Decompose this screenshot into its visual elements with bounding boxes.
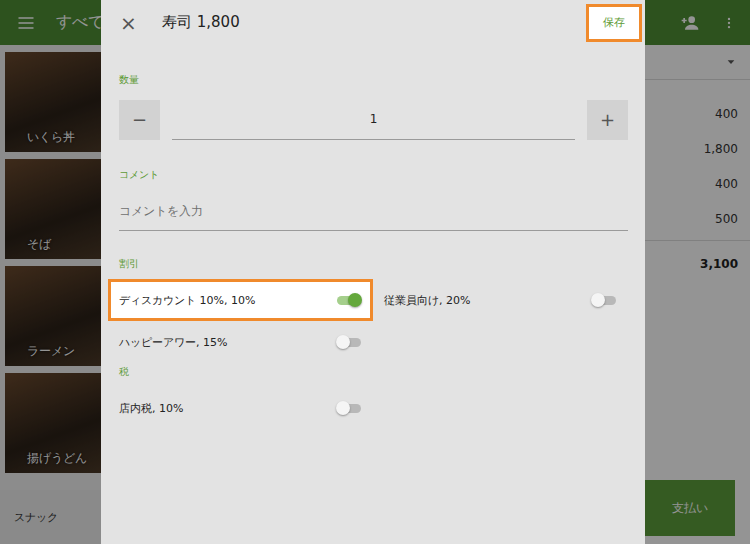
option-row: 店内税, 10% [108, 387, 373, 429]
option-row: ハッピーアワー, 15% [108, 321, 373, 363]
quantity-field[interactable]: 1 [172, 99, 575, 140]
taxes-list: 店内税, 10% [108, 387, 628, 429]
minus-button[interactable]: − [119, 100, 160, 140]
toggle-knob [591, 293, 605, 307]
save-button[interactable]: 保存 [586, 4, 642, 42]
toggle-switch[interactable] [337, 401, 361, 415]
quantity-row: −1 + [119, 99, 628, 140]
toggle-knob [348, 293, 362, 307]
close-button[interactable]: × [120, 11, 140, 35]
toggle-knob [336, 335, 350, 349]
plus-button[interactable]: + [587, 100, 628, 140]
toggle-switch[interactable] [592, 293, 616, 307]
discounts-label: 割引 [119, 257, 628, 271]
option-label: ハッピーアワー, 15% [119, 335, 329, 350]
quantity-label: 数量 [119, 73, 628, 87]
toggle-knob [336, 401, 350, 415]
dialog-header: × 寿司 1,800 保存 [119, 0, 642, 45]
comment-label: コメント [119, 168, 628, 182]
option-label: ディスカウント 10%, 10% [119, 293, 329, 308]
toggle-switch[interactable] [337, 335, 361, 349]
taxes-label: 税 [119, 365, 628, 379]
comment-field [119, 192, 628, 231]
option-label: 従業員向け, 20% [384, 293, 584, 308]
dialog-title: 寿司 1,800 [162, 13, 240, 32]
save-label: 保存 [603, 15, 625, 30]
item-dialog: × 寿司 1,800 保存数量 −1 + コメント割引ディスカウント 10%, 10% 従業… [101, 0, 645, 544]
comment-input[interactable] [119, 204, 628, 218]
option-row: 従業員向け, 20% [373, 279, 628, 321]
option-row: ディスカウント 10%, 10% [108, 279, 373, 321]
discounts-list: ディスカウント 10%, 10% 従業員向け, 20% ハッピーアワー, 15% [108, 279, 628, 363]
option-label: 店内税, 10% [119, 401, 329, 416]
toggle-switch[interactable] [337, 293, 361, 307]
